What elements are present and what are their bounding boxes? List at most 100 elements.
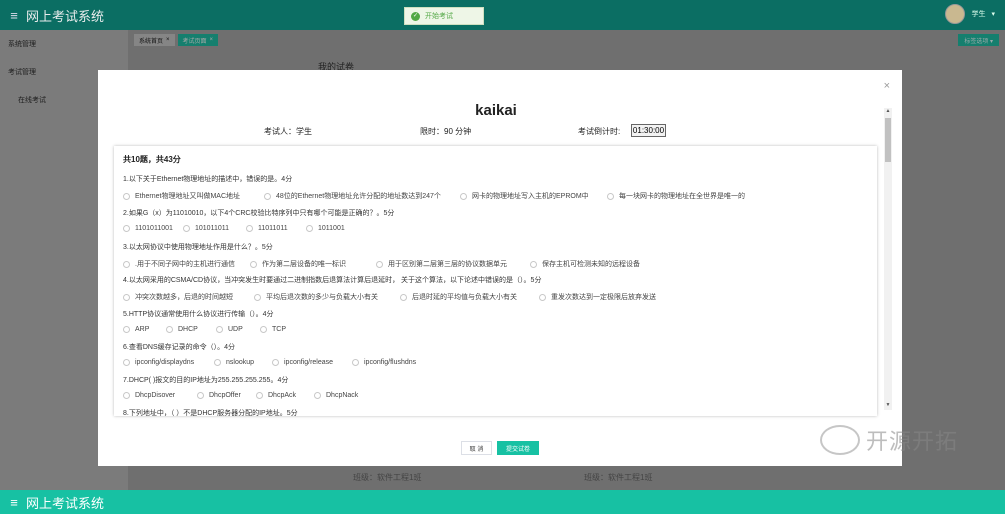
option-label: ipconfig/release bbox=[284, 359, 334, 366]
radio-button[interactable] bbox=[306, 225, 313, 232]
radio-button[interactable] bbox=[314, 392, 321, 399]
answer-option[interactable]: DhcpOffer bbox=[197, 392, 241, 399]
answer-option[interactable]: 48位的Ethernet物理地址允许分配的地址数达到247个 bbox=[264, 191, 441, 201]
option-label: 101011011 bbox=[195, 225, 229, 232]
radio-button[interactable] bbox=[123, 293, 130, 301]
sidebar-item-label: 系统管理 bbox=[8, 41, 36, 48]
answer-option[interactable]: DhcpDisover bbox=[123, 392, 175, 399]
close-icon[interactable]: × bbox=[884, 80, 890, 92]
question-text: 2.如果G（x）为11010010，以下4个CRC校验比特序列中只有哪个可能是正… bbox=[123, 210, 395, 217]
close-icon[interactable]: × bbox=[210, 37, 214, 43]
radio-button[interactable] bbox=[123, 392, 130, 399]
option-label: 冲突次数越多，后退的时间越短 bbox=[135, 294, 233, 301]
question-summary: 共10题，共43分 bbox=[123, 155, 181, 164]
scrollbar[interactable]: ▲ ▼ bbox=[884, 108, 892, 410]
radio-button[interactable] bbox=[123, 225, 130, 232]
question-text: 5.HTTP协议通常使用什么协议进行传输（）。4分 bbox=[123, 311, 274, 318]
hamburger-menu-icon[interactable]: ≡ bbox=[2, 495, 26, 510]
radio-button[interactable] bbox=[183, 225, 190, 232]
radio-button[interactable] bbox=[460, 192, 467, 200]
answer-option[interactable]: 保存主机可检测未知的远程设备 bbox=[530, 259, 640, 269]
watermark: 开源开拓 bbox=[820, 424, 958, 456]
answer-option[interactable]: .用于不同子网中的主机进行通信 bbox=[123, 259, 235, 269]
radio-button[interactable] bbox=[246, 225, 253, 232]
user-name[interactable]: 学生 bbox=[971, 9, 985, 19]
radio-button[interactable] bbox=[166, 326, 173, 333]
option-label: nslookup bbox=[226, 359, 255, 366]
hamburger-menu-icon[interactable]: ≡ bbox=[2, 8, 26, 23]
radio-button[interactable] bbox=[214, 359, 221, 366]
radio-button[interactable] bbox=[272, 359, 279, 366]
radio-button[interactable] bbox=[352, 359, 359, 366]
answer-option[interactable]: ipconfig/displaydns bbox=[123, 359, 194, 366]
radio-button[interactable] bbox=[260, 326, 267, 333]
answer-option[interactable]: 作为第二层设备的唯一标识 bbox=[250, 259, 346, 269]
sidebar-item-system-management[interactable]: 系统管理 bbox=[0, 30, 128, 58]
sidebar-item-label: 在线考试 bbox=[18, 97, 46, 104]
answer-option[interactable]: nslookup bbox=[214, 359, 254, 366]
radio-button[interactable] bbox=[376, 260, 383, 268]
answer-option[interactable]: ipconfig/release bbox=[272, 359, 333, 366]
top-navbar: ≡ 网上考试系统 bbox=[0, 0, 1005, 30]
answer-option[interactable]: UDP bbox=[216, 326, 243, 333]
answer-option[interactable]: 1101011001 bbox=[123, 225, 173, 232]
question-text: 6.查看DNS缓存记录的命令（）。4分 bbox=[123, 344, 236, 351]
toast-message: ✓ 开始考试 bbox=[404, 7, 484, 25]
avatar[interactable] bbox=[945, 4, 966, 24]
answer-option[interactable]: 101011011 bbox=[183, 225, 229, 232]
radio-button[interactable] bbox=[607, 192, 614, 200]
answer-option[interactable]: Ethernet物理地址又叫做MAC地址 bbox=[123, 191, 240, 201]
radio-button[interactable] bbox=[123, 326, 130, 333]
answer-option[interactable]: 冲突次数越多，后退的时间越短 bbox=[123, 292, 233, 302]
caret-down-icon[interactable]: ▾ bbox=[991, 10, 995, 18]
radio-button[interactable] bbox=[123, 192, 130, 200]
option-label: DhcpNack bbox=[326, 392, 359, 399]
class-label: 班级：软件工程1班 bbox=[353, 473, 422, 482]
answer-option[interactable]: 11011011 bbox=[246, 225, 288, 232]
question-text: 8.下列地址中，（ ）不是DHCP服务器分配的IP地址。5分 bbox=[123, 410, 298, 416]
answer-option[interactable]: 后退时延的平均值与负载大小有关 bbox=[400, 292, 517, 302]
scroll-thumb[interactable] bbox=[885, 118, 891, 162]
radio-button[interactable] bbox=[530, 260, 537, 268]
user-menu[interactable]: 学生 ▾ bbox=[945, 4, 995, 24]
cancel-button[interactable]: 取 消 bbox=[461, 441, 492, 455]
radio-button[interactable] bbox=[123, 260, 130, 268]
tab-exam-page[interactable]: 考试页面 × bbox=[177, 34, 219, 46]
radio-button[interactable] bbox=[400, 293, 407, 301]
radio-button[interactable] bbox=[539, 293, 546, 301]
answer-option[interactable]: DhcpNack bbox=[314, 392, 358, 399]
radio-button[interactable] bbox=[216, 326, 223, 333]
radio-button[interactable] bbox=[256, 392, 263, 399]
answer-option[interactable]: TCP bbox=[260, 326, 286, 333]
tab-label: 系统首页 bbox=[139, 38, 164, 45]
option-label: UDP bbox=[228, 326, 243, 333]
answer-option[interactable]: ARP bbox=[123, 326, 149, 333]
answer-option[interactable]: 重发次数达到一定极限后放弃发送 bbox=[539, 292, 656, 302]
answer-option[interactable]: DhcpAck bbox=[256, 392, 296, 399]
scroll-down-icon[interactable]: ▼ bbox=[884, 402, 892, 410]
option-label: 48位的Ethernet物理地址允许分配的地址数达到247个 bbox=[276, 193, 441, 200]
tab-options-button[interactable]: 标签选项 ▾ bbox=[958, 34, 999, 46]
scroll-up-icon[interactable]: ▲ bbox=[884, 108, 892, 116]
tab-home[interactable]: 系统首页 × bbox=[134, 34, 175, 46]
answer-option[interactable]: ipconfig/flushdns bbox=[352, 359, 416, 366]
radio-button[interactable] bbox=[254, 293, 261, 301]
radio-button[interactable] bbox=[264, 192, 271, 200]
radio-button[interactable] bbox=[197, 392, 204, 399]
option-label: 1011001 bbox=[318, 225, 345, 232]
bottom-navbar: ≡ 网上考试系统 bbox=[0, 490, 1005, 514]
answer-option[interactable]: DHCP bbox=[166, 326, 198, 333]
answer-option[interactable]: 网卡的物理地址写入主机的EPROM中 bbox=[460, 191, 589, 201]
answer-option[interactable]: 用于区别第二层第三层的协议数据单元 bbox=[376, 259, 507, 269]
option-label: 后退时延的平均值与负载大小有关 bbox=[412, 294, 517, 301]
question-text: 1.以下关于Ethernet物理地址的描述中，错误的是。4分 bbox=[123, 176, 293, 183]
answer-option[interactable]: 平均后退次数的多少与负载大小有关 bbox=[254, 292, 378, 302]
option-label: 1101011001 bbox=[135, 225, 173, 232]
option-label: DHCP bbox=[178, 326, 198, 333]
radio-button[interactable] bbox=[123, 359, 130, 366]
radio-button[interactable] bbox=[250, 260, 257, 268]
answer-option[interactable]: 每一块网卡的物理地址在全世界是唯一的 bbox=[607, 191, 745, 201]
close-icon[interactable]: × bbox=[166, 37, 170, 43]
answer-option[interactable]: 1011001 bbox=[306, 225, 345, 232]
submit-exam-button[interactable]: 提交试卷 bbox=[497, 441, 539, 455]
